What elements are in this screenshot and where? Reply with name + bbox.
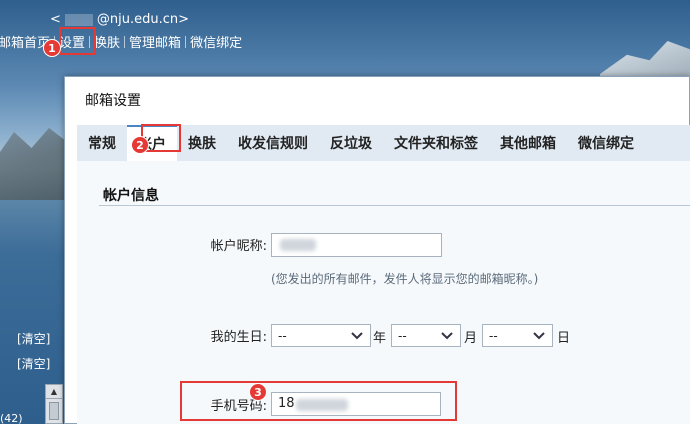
- scroll-up-icon[interactable]: ▲: [46, 385, 62, 399]
- month-unit: 月: [464, 331, 478, 346]
- year-value: --: [278, 328, 287, 343]
- nav-manage-mailbox[interactable]: 管理邮箱: [125, 32, 185, 51]
- highlight-settings: [59, 27, 96, 55]
- nickname-hint: (您发出的所有邮件，发件人将显示您的邮箱昵称。): [271, 272, 539, 286]
- folder-count-fragment: (42): [0, 412, 23, 424]
- nickname-input[interactable]: [271, 233, 442, 257]
- chevron-down-icon: [350, 329, 364, 343]
- chevron-down-icon: [532, 329, 546, 343]
- nav-wechat-bind[interactable]: 微信绑定: [186, 32, 246, 51]
- chevron-down-icon: [440, 329, 454, 343]
- scroll-thumb[interactable]: [49, 402, 59, 420]
- clear-link[interactable]: [清空]: [17, 355, 50, 372]
- step-badge-3: 3: [249, 383, 267, 401]
- top-nav: 邮箱首页 设置 换肤 管理邮箱 微信绑定: [0, 32, 246, 51]
- birthday-label: 我的生日:: [210, 330, 267, 345]
- tab-skin[interactable]: 换肤: [177, 125, 227, 161]
- masked-username: [64, 13, 93, 26]
- step-badge-2: 2: [131, 136, 149, 154]
- step-badge-1: 1: [43, 39, 61, 57]
- tab-general[interactable]: 常规: [77, 125, 127, 161]
- tab-folders-labels[interactable]: 文件夹和标签: [383, 125, 489, 161]
- dialog-title: 邮箱设置: [85, 93, 141, 109]
- day-value: --: [489, 328, 498, 343]
- month-value: --: [398, 328, 407, 343]
- nickname-label: 帐户昵称:: [210, 239, 267, 254]
- user-email: < @nju.edu.cn>: [50, 12, 189, 27]
- highlight-phone-number: [180, 381, 457, 421]
- birthday-month-select[interactable]: --: [391, 324, 461, 347]
- left-scrollbar[interactable]: ▲: [45, 384, 63, 424]
- tab-mail-rules[interactable]: 收发信规则: [227, 125, 319, 161]
- year-unit: 年: [373, 331, 387, 346]
- tab-wechat-bind[interactable]: 微信绑定: [567, 125, 645, 161]
- birthday-year-select[interactable]: --: [271, 324, 371, 347]
- birthday-day-select[interactable]: --: [482, 324, 553, 347]
- tab-antispam[interactable]: 反垃圾: [319, 125, 383, 161]
- clear-link[interactable]: [清空]: [17, 330, 50, 347]
- email-domain: @nju.edu.cn>: [96, 12, 190, 27]
- section-divider: [99, 205, 690, 206]
- section-title: 帐户信息: [103, 188, 159, 204]
- tab-other-mailbox[interactable]: 其他邮箱: [489, 125, 567, 161]
- day-unit: 日: [557, 331, 571, 346]
- email-prefix: <: [50, 12, 61, 27]
- masked-nickname: [280, 239, 316, 251]
